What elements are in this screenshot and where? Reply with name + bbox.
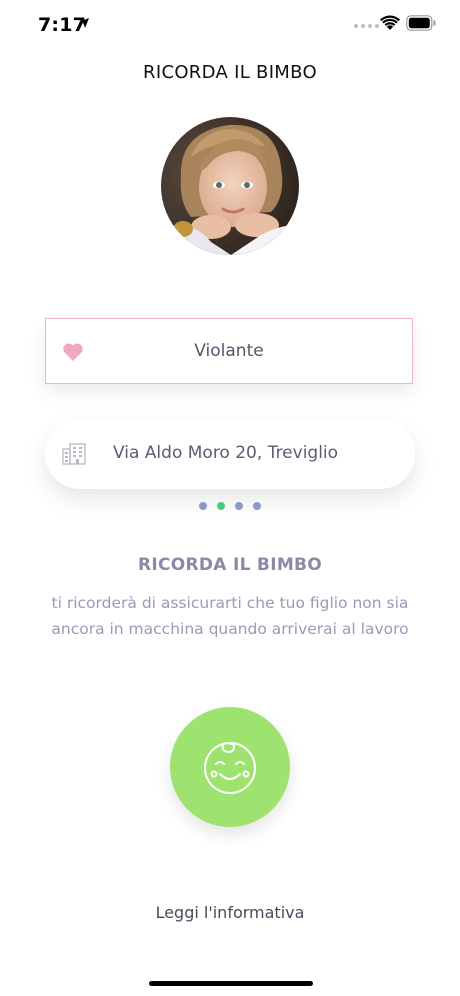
home-indicator[interactable] xyxy=(149,981,313,986)
location-arrow-icon xyxy=(79,18,89,28)
child-avatar[interactable] xyxy=(161,117,299,255)
building-icon xyxy=(62,443,86,465)
baby-face-icon xyxy=(204,742,256,794)
child-name-field[interactable]: Violante xyxy=(45,318,413,384)
work-address-field[interactable]: Via Aldo Moro 20, Treviglio xyxy=(45,419,415,489)
activate-reminder-button[interactable] xyxy=(170,707,290,827)
signal-icon xyxy=(354,24,379,28)
page-dot[interactable] xyxy=(199,502,207,510)
work-address-value: Via Aldo Moro 20, Treviglio xyxy=(113,443,339,463)
info-title: RICORDA IL BIMBO xyxy=(137,555,323,575)
info-description-line-1: ti ricorderà di assicurarti che tuo figl… xyxy=(51,594,409,612)
battery-icon xyxy=(406,15,436,31)
page-title: RICORDA IL BIMBO xyxy=(143,62,317,83)
page-indicator[interactable] xyxy=(199,502,261,510)
privacy-policy-link[interactable]: Leggi l'informativa xyxy=(0,903,460,922)
info-description: ti ricorderà di assicurarti che tuo figl… xyxy=(20,590,440,642)
screen: 7:17 RICORDA IL BIMBO Violante Via Aldo … xyxy=(0,0,460,996)
page-dot-active[interactable] xyxy=(217,502,225,510)
info-description-line-2: ancora in macchina quando arriverai al l… xyxy=(51,620,409,638)
wifi-icon xyxy=(380,15,400,30)
child-photo xyxy=(161,117,299,255)
child-name-value: Violante xyxy=(194,341,264,361)
page-dot[interactable] xyxy=(235,502,243,510)
status-bar: 7:17 xyxy=(0,0,460,50)
page-dot[interactable] xyxy=(253,502,261,510)
